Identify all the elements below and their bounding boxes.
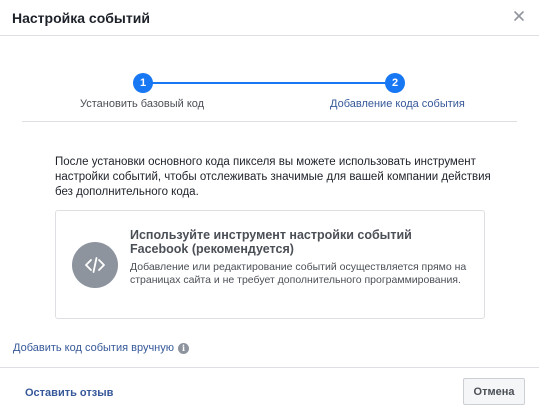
step-2-label: Добавление кода события <box>330 98 465 110</box>
stepper-line <box>143 82 395 84</box>
option-description: Добавление или редактирование событий ос… <box>130 261 467 286</box>
leave-feedback-link[interactable]: Оставить отзыв <box>25 387 113 399</box>
step-1-label[interactable]: Установить базовый код <box>80 98 204 110</box>
footer-divider <box>0 367 539 368</box>
dialog-header: Настройка событий <box>0 0 539 36</box>
code-icon <box>72 242 118 288</box>
divider <box>22 121 517 122</box>
progress-stepper: 1 2 Установить базовый код Добавление ко… <box>0 70 539 120</box>
manual-link-label[interactable]: Добавить код события вручную <box>13 342 174 354</box>
option-title: Используйте инструмент настройки событий… <box>130 228 412 256</box>
dialog-title: Настройка событий <box>12 10 150 26</box>
info-icon[interactable]: i <box>178 342 189 354</box>
cancel-button[interactable]: Отмена <box>463 378 525 405</box>
add-event-code-manually-link[interactable]: Добавить код события вручную i <box>13 341 189 355</box>
event-setup-tool-option[interactable]: Используйте инструмент настройки событий… <box>55 210 485 319</box>
intro-text: После установки основного кода пикселя в… <box>55 156 491 198</box>
step-2-circle: 2 <box>385 73 405 93</box>
close-icon[interactable] <box>511 8 527 24</box>
step-1-circle: 1 <box>133 73 153 93</box>
